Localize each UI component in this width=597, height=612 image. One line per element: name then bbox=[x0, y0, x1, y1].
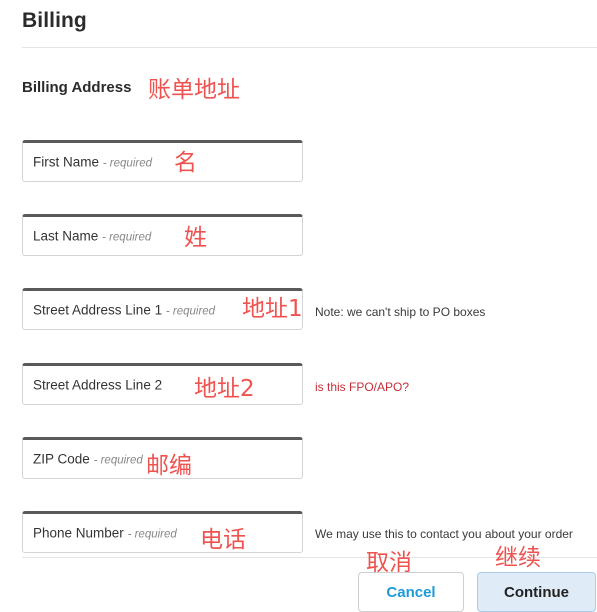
last-name-field[interactable]: Last Name - required bbox=[22, 214, 303, 256]
phone-number-required-tag: - required bbox=[127, 528, 177, 541]
street-address-2-field[interactable]: Street Address Line 2 bbox=[22, 363, 303, 405]
zip-code-field[interactable]: ZIP Code - required bbox=[22, 437, 303, 479]
street-address-1-label-text: Street Address Line 1 bbox=[33, 302, 163, 318]
zip-code-label-text: ZIP Code bbox=[33, 451, 90, 467]
continue-button[interactable]: Continue bbox=[477, 572, 596, 612]
billing-address-heading: Billing Address bbox=[22, 79, 132, 96]
po-box-note: Note: we can't ship to PO boxes bbox=[315, 305, 486, 319]
street-address-2-label: Street Address Line 2 bbox=[33, 378, 162, 393]
footer-divider bbox=[22, 557, 597, 558]
first-name-required-tag: - required bbox=[102, 157, 152, 170]
page-title: Billing bbox=[22, 9, 87, 32]
annotation-billing-address: 账单地址 bbox=[148, 77, 240, 103]
street-address-2-label-text: Street Address Line 2 bbox=[33, 377, 163, 393]
annotation-continue: 继续 bbox=[495, 545, 541, 571]
last-name-label-text: Last Name bbox=[33, 228, 99, 244]
phone-contact-note: We may use this to contact you about you… bbox=[315, 527, 573, 541]
first-name-field[interactable]: First Name - required bbox=[22, 140, 303, 182]
last-name-required-tag: - required bbox=[102, 231, 152, 244]
first-name-label-text: First Name bbox=[33, 154, 100, 170]
header-divider bbox=[22, 47, 597, 48]
phone-number-label-text: Phone Number bbox=[33, 525, 124, 541]
first-name-label: First Name - required bbox=[33, 155, 152, 170]
cancel-button[interactable]: Cancel bbox=[358, 572, 464, 612]
phone-number-label: Phone Number - required bbox=[33, 526, 177, 541]
zip-code-required-tag: - required bbox=[93, 454, 143, 467]
zip-code-label: ZIP Code - required bbox=[33, 452, 143, 467]
street-address-1-field[interactable]: Street Address Line 1 - required bbox=[22, 288, 303, 330]
last-name-label: Last Name - required bbox=[33, 229, 151, 244]
street-address-1-label: Street Address Line 1 - required bbox=[33, 303, 215, 318]
phone-number-field[interactable]: Phone Number - required bbox=[22, 511, 303, 553]
street-address-1-required-tag: - required bbox=[165, 305, 216, 318]
fpo-apo-link[interactable]: is this FPO/APO? bbox=[315, 380, 409, 394]
